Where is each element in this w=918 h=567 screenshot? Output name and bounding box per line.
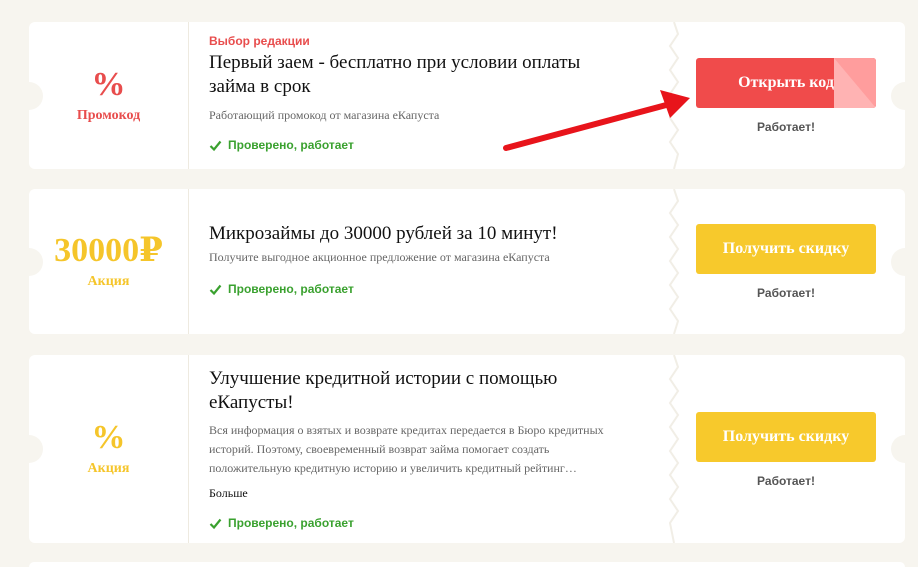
coupon-description: Получите выгодное акционное предложение … [209,250,550,264]
coupon-description: Вся информация о взятых и возврате креди… [209,421,649,478]
coupon-action: Открыть код Работает! [696,58,876,134]
coupon-title-line: Улучшение кредитной истории с помощью [209,368,558,389]
code-peel-fold [834,58,876,108]
coupon-title-line: Первый заем - бесплатно при условии опла… [209,52,581,73]
open-code-button[interactable]: Открыть код [696,58,876,108]
coupon-title[interactable]: Улучшение кредитной истории с помощью еК… [209,367,649,415]
verified-label: Проверено, работает [228,516,354,530]
check-icon [209,518,222,529]
coupon-value-column: % Акция [29,355,189,543]
works-status: Работает! [757,474,815,488]
coupon-value: % [91,419,126,456]
coupon-content: Микрозаймы до 30000 рублей за 10 минут! … [209,222,649,296]
description-line: историй. Поэтому, своевременный возврат … [209,442,550,456]
coupon-value: % [91,65,126,103]
ticket-notch [891,81,918,110]
coupon-card: 30000₽ Акция Микрозаймы до 30000 рублей … [15,189,918,334]
coupon-kind: Промокод [76,107,141,123]
check-icon [209,140,222,151]
check-icon [209,284,222,295]
verified-label: Проверено, работает [228,282,354,296]
coupon-kind: Акция [87,273,130,289]
more-link[interactable]: Больше [209,486,649,501]
ticket-notch [891,435,918,463]
works-status: Работает! [757,120,815,134]
arrow-annotation [503,90,690,151]
editor-choice-badge: Выбор редакции [209,34,310,48]
coupon-action: Получить скидку Работает! [696,412,876,488]
get-discount-button[interactable]: Получить скидку [696,412,876,462]
coupon-value-column: % Промокод [29,22,189,169]
coupon-kind: Акция [87,461,130,476]
description-line: Вся информация о взятых и возврате креди… [209,423,604,437]
coupon-card: % Промокод Выбор редакции Первый заем - … [15,22,918,169]
coupon-content: Улучшение кредитной истории с помощью еК… [209,367,649,530]
verified-status: Проверено, работает [209,516,649,530]
coupon-title[interactable]: Микрозаймы до 30000 рублей за 10 минут! [209,222,649,246]
description-line: положительную кредитную историю и увелич… [209,461,577,475]
ticket-notch [891,247,918,276]
get-discount-button[interactable]: Получить скидку [696,224,876,274]
verified-status: Проверено, работает [209,282,649,296]
open-code-label: Открыть код [738,74,834,91]
coupon-card [29,562,905,567]
verified-label: Проверено, работает [228,138,354,152]
coupon-value-column: 30000₽ Акция [29,189,189,334]
coupon-action: Получить скидку Работает! [696,224,876,300]
works-status: Работает! [757,286,815,300]
coupon-value: 30000₽ [54,231,163,269]
coupon-title-line: еКапусты! [209,392,294,413]
coupon-card: % Акция Улучшение кредитной истории с по… [15,355,918,543]
